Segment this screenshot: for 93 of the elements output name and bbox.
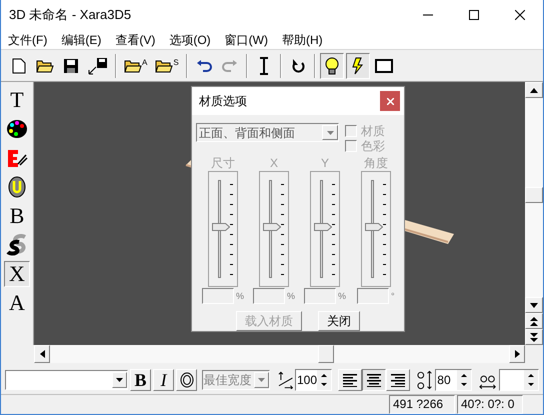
value-field[interactable] bbox=[202, 288, 234, 304]
dropdown-value: 最佳宽度 bbox=[203, 372, 252, 388]
align-center-icon bbox=[366, 372, 382, 386]
redo-icon bbox=[222, 58, 238, 72]
scroll-left-icon bbox=[40, 350, 44, 358]
scroll-thumb[interactable] bbox=[525, 187, 543, 203]
menu-item[interactable]: 选项(O) bbox=[162, 30, 218, 48]
slider-thumb[interactable] bbox=[212, 223, 230, 232]
lightning-icon bbox=[350, 56, 365, 74]
shadow-letter-icon bbox=[5, 234, 29, 256]
caret-icon bbox=[258, 378, 265, 382]
text-cursor-icon bbox=[258, 56, 269, 74]
unit-label: ° bbox=[390, 290, 395, 303]
char-spacing-spinner[interactable] bbox=[499, 368, 539, 390]
folder-letter: S bbox=[173, 58, 179, 66]
caret-icon bbox=[326, 130, 334, 134]
folder-icon bbox=[124, 58, 142, 72]
value-field[interactable] bbox=[357, 288, 389, 304]
menu-item[interactable]: 文件(F) bbox=[1, 30, 54, 48]
tool-button[interactable]: X bbox=[4, 261, 30, 287]
unit-label: % bbox=[286, 290, 296, 303]
spacing-icon bbox=[278, 370, 293, 388]
tool-glyph: B bbox=[10, 205, 24, 227]
tool-button[interactable]: B bbox=[4, 203, 30, 229]
menu-item[interactable]: 查看(V) bbox=[108, 30, 162, 48]
value-field[interactable] bbox=[253, 288, 285, 304]
tool-button[interactable]: T bbox=[4, 87, 30, 113]
slider-label: 角度 bbox=[364, 155, 388, 171]
caret-icon bbox=[116, 378, 123, 382]
value-field[interactable] bbox=[304, 288, 336, 304]
slider-thumb[interactable] bbox=[314, 223, 332, 232]
checkbox-label: 材质 bbox=[361, 122, 385, 140]
dropdown-value: 正面、背面和侧面 bbox=[198, 124, 296, 142]
unit-label: % bbox=[337, 290, 346, 303]
folder-letter: A bbox=[142, 58, 148, 66]
blank-page-icon bbox=[12, 58, 26, 74]
slider-label: Y bbox=[320, 155, 329, 171]
toolbar-button[interactable]: S bbox=[152, 52, 182, 78]
toolbar-button[interactable] bbox=[320, 52, 344, 78]
slider-label: 尺寸 bbox=[211, 155, 235, 171]
edit-letter-icon bbox=[6, 148, 28, 168]
align-left-icon bbox=[342, 372, 358, 386]
align-button[interactable] bbox=[362, 368, 386, 390]
align-right-icon bbox=[390, 372, 406, 386]
dialog-button[interactable]: 关闭 bbox=[318, 311, 360, 331]
outlined-letter-icon bbox=[7, 176, 27, 198]
scroll-right-icon bbox=[514, 350, 520, 358]
horizontal-scrollbar[interactable] bbox=[34, 345, 525, 363]
unit-label: % bbox=[235, 290, 244, 303]
status-pane: 491 ?266 bbox=[389, 395, 455, 414]
vertical-scrollbar[interactable] bbox=[525, 82, 543, 345]
rotate-icon bbox=[290, 58, 305, 74]
menu-item[interactable]: 窗口(W) bbox=[218, 30, 275, 48]
export-disk-icon bbox=[88, 56, 108, 74]
toolbar-button[interactable]: A bbox=[121, 52, 150, 78]
scroll-thumb[interactable] bbox=[318, 345, 334, 363]
dialog-title: 材质选项 bbox=[198, 93, 248, 110]
slider[interactable] bbox=[310, 171, 340, 287]
outline-button[interactable] bbox=[176, 368, 198, 390]
checkbox-label: 色彩 bbox=[361, 138, 385, 154]
status-pane: 40?: 0?: 0 bbox=[457, 395, 523, 414]
bold-button[interactable]: B bbox=[130, 368, 152, 390]
menu-item[interactable]: 帮助(H) bbox=[274, 30, 330, 48]
toolbar-button[interactable] bbox=[346, 52, 370, 78]
slider-thumb[interactable] bbox=[364, 223, 383, 232]
frame-icon bbox=[374, 58, 393, 72]
spacing-spinner[interactable]: 100 bbox=[294, 368, 332, 390]
ring-icon bbox=[180, 372, 194, 388]
menu-item[interactable]: 编辑(E) bbox=[54, 30, 108, 48]
folder-icon bbox=[155, 58, 174, 72]
tool-glyph: A bbox=[9, 292, 25, 314]
slider-thumb[interactable] bbox=[263, 223, 281, 232]
palette-icon bbox=[6, 119, 28, 139]
scroll-down-icon bbox=[530, 302, 538, 308]
tool-button[interactable]: A bbox=[4, 290, 30, 316]
scroll-up-icon bbox=[530, 88, 538, 92]
undo-icon bbox=[196, 58, 212, 72]
line-spacing-spinner[interactable]: 80 bbox=[435, 368, 472, 390]
slider-label: X bbox=[270, 155, 278, 171]
page-down-icon bbox=[530, 332, 538, 342]
font-dropdown[interactable] bbox=[5, 370, 128, 390]
line-spacing-icon bbox=[416, 368, 434, 390]
tool-glyph: X bbox=[9, 263, 25, 285]
dialog-close-icon[interactable] bbox=[380, 91, 400, 111]
tool-glyph: T bbox=[10, 89, 24, 111]
page-up-icon bbox=[530, 316, 538, 326]
window-title: 3D 未命名 - Xara3D5 bbox=[8, 6, 132, 24]
folder-icon bbox=[36, 58, 54, 72]
slider[interactable] bbox=[360, 171, 391, 287]
italic-button[interactable]: I bbox=[153, 368, 174, 390]
slider[interactable] bbox=[208, 171, 238, 287]
light-bulb-icon bbox=[324, 56, 339, 74]
slider[interactable] bbox=[259, 171, 289, 287]
